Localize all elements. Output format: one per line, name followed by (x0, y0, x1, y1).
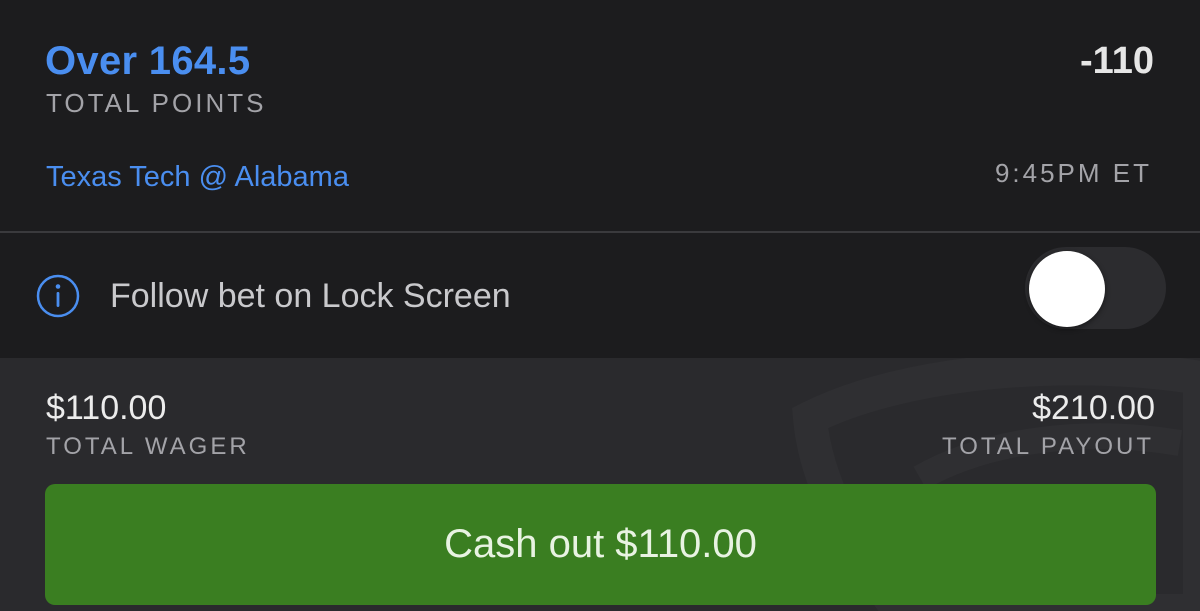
bet-selection: Over 164.5 (45, 39, 251, 83)
total-wager-amount: $110.00 (46, 389, 167, 427)
toggle-knob (1029, 251, 1105, 327)
wager-summary: $110.00 TOTAL WAGER $210.00 TOTAL PAYOUT… (0, 358, 1200, 611)
cash-out-button[interactable]: Cash out $110.00 (45, 484, 1156, 605)
lock-screen-row: Follow bet on Lock Screen (0, 233, 1200, 358)
matchup-link[interactable]: Texas Tech @ Alabama (46, 160, 349, 194)
game-time: 9:45PM ET (994, 158, 1152, 188)
bet-market: TOTAL POINTS (46, 88, 267, 118)
bet-odds: -110 (1080, 40, 1154, 82)
info-icon[interactable] (36, 274, 80, 318)
total-payout-label: TOTAL PAYOUT (941, 433, 1154, 460)
lock-screen-label: Follow bet on Lock Screen (110, 277, 511, 315)
bet-details: Over 164.5 -110 TOTAL POINTS Texas Tech … (0, 0, 1200, 231)
bet-card: Over 164.5 -110 TOTAL POINTS Texas Tech … (0, 0, 1200, 611)
lock-screen-toggle[interactable] (1025, 247, 1166, 329)
total-wager-label: TOTAL WAGER (46, 433, 250, 460)
total-payout-amount: $210.00 (1032, 389, 1155, 427)
